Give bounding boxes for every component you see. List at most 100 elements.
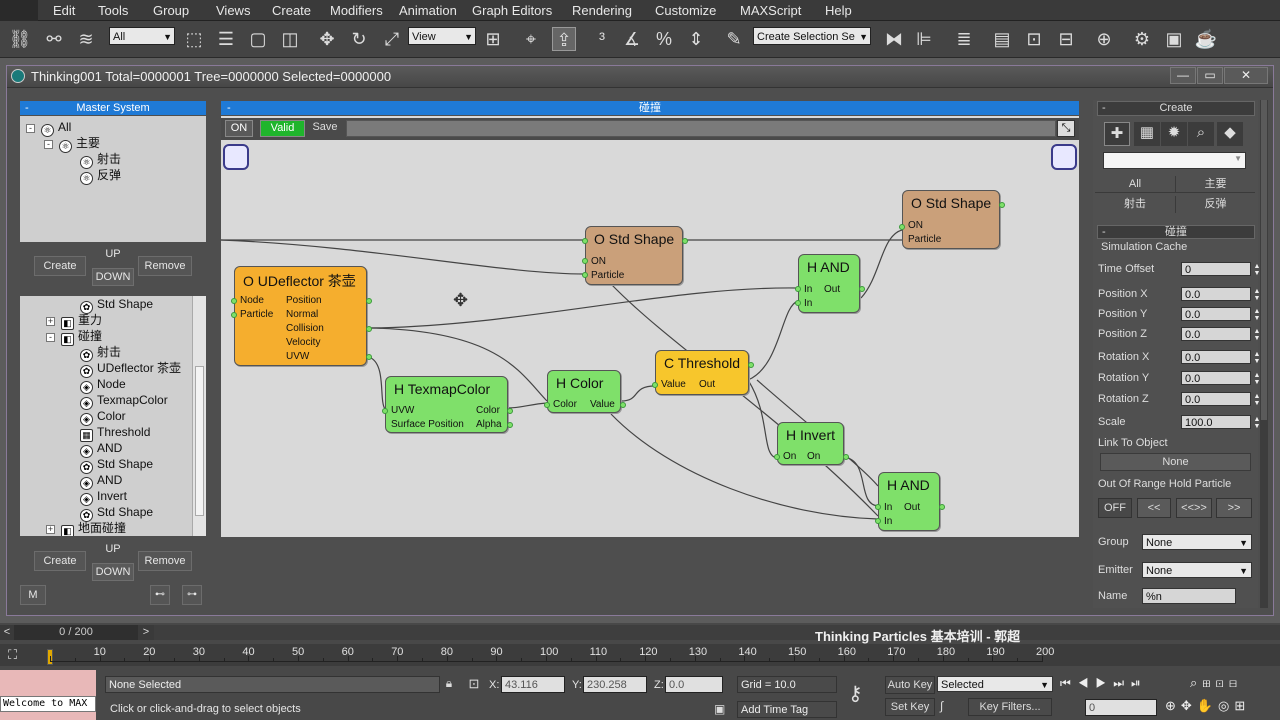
operator-dropdown[interactable]: ▼ bbox=[1103, 152, 1246, 169]
master-create-button[interactable]: Create bbox=[34, 256, 86, 276]
current-frame-field[interactable]: 0 bbox=[1085, 699, 1157, 716]
angle-snap-icon[interactable]: ∡ bbox=[620, 27, 644, 51]
dyn-down-button[interactable]: DOWN bbox=[92, 563, 134, 581]
output-port[interactable] bbox=[999, 202, 1005, 208]
node-texmap-color[interactable]: H TexmapColor UVW Surface Position Color… bbox=[382, 376, 513, 433]
input-port[interactable] bbox=[582, 238, 588, 244]
selection-filter-select[interactable]: All ▼ bbox=[109, 27, 175, 45]
canvas-header[interactable]: - 碰撞 bbox=[221, 101, 1079, 115]
zoom-controls[interactable]: ⌕⊞⊡⊟ bbox=[1190, 675, 1278, 693]
navigation-controls[interactable]: ⊕✥✋◎⊞ bbox=[1165, 698, 1275, 716]
time-tag-icon[interactable]: ▣ bbox=[714, 702, 730, 718]
set-key-button[interactable]: Set Key bbox=[885, 698, 935, 716]
rotation-x-spinner[interactable]: 0.0 ▲ ▼ bbox=[1181, 350, 1260, 365]
x-coordinate-field[interactable]: 43.116 bbox=[501, 676, 565, 693]
output-port[interactable] bbox=[366, 326, 372, 332]
output-port[interactable] bbox=[859, 286, 865, 292]
add-time-tag-button[interactable]: Add Time Tag bbox=[737, 701, 837, 718]
m-button[interactable]: M bbox=[20, 585, 46, 605]
node-std-shape-2[interactable]: O Std Shape ON Particle bbox=[899, 190, 1005, 249]
input-port[interactable] bbox=[231, 298, 237, 304]
close-button[interactable]: ✕ bbox=[1224, 67, 1268, 84]
node-and-1[interactable]: H AND In In Out bbox=[795, 254, 865, 313]
move-icon[interactable]: ✥ bbox=[315, 27, 339, 51]
minimize-button[interactable]: — bbox=[1170, 67, 1196, 84]
wire-layout-icon[interactable]: ⊷ bbox=[150, 585, 170, 605]
welcome-field[interactable]: Welcome to MAX bbox=[0, 696, 96, 712]
input-port[interactable] bbox=[582, 272, 588, 278]
master-system-header[interactable]: - Master System bbox=[20, 101, 206, 115]
tree-item-invert[interactable]: ◈ Invert bbox=[80, 488, 127, 506]
tree-item-std-shape[interactable]: ✿ Std Shape bbox=[80, 296, 153, 314]
rotate-icon[interactable]: ↻ bbox=[347, 27, 371, 51]
range-before-button[interactable]: << bbox=[1137, 498, 1171, 518]
render-setup-icon[interactable]: ⚙ bbox=[1130, 27, 1154, 51]
tree-item-gravity[interactable]: + ◧ 重力 bbox=[46, 312, 102, 330]
align-icon[interactable]: ⊫ bbox=[912, 27, 936, 51]
menu-animation[interactable]: Animation bbox=[399, 3, 457, 18]
tree-item-texmapcolor[interactable]: ◈ TexmapColor bbox=[80, 392, 168, 410]
render-production-icon[interactable]: ☕ bbox=[1194, 27, 1218, 51]
rotation-y-spinner[interactable]: 0.0 ▲ ▼ bbox=[1181, 371, 1260, 386]
table-icon[interactable]: ▦ bbox=[1134, 122, 1160, 146]
position-z-spinner[interactable]: 0.0 ▲ ▼ bbox=[1181, 327, 1260, 342]
menu-group[interactable]: Group bbox=[153, 3, 189, 18]
rendered-frame-window-icon[interactable]: ▣ bbox=[1162, 27, 1186, 51]
menu-create[interactable]: Create bbox=[272, 3, 311, 18]
named-selection-set-select[interactable]: Create Selection Se ▼ bbox=[753, 27, 871, 45]
spinner-snap-icon[interactable]: ⇕ bbox=[684, 27, 708, 51]
settings-icon[interactable]: ✹ bbox=[1161, 122, 1187, 146]
input-port[interactable] bbox=[652, 382, 658, 388]
wire-canvas[interactable]: ON Valid Save ⤡ O UDeflector 茶壶 Node Par… bbox=[221, 116, 1079, 537]
material-editor-icon[interactable]: ⊕ bbox=[1092, 27, 1116, 51]
input-port[interactable] bbox=[382, 408, 388, 414]
input-port[interactable] bbox=[582, 258, 588, 264]
tree-item-all[interactable]: - ⚛ All bbox=[26, 119, 71, 137]
filter-shoot-button[interactable]: 射击 bbox=[1095, 196, 1175, 213]
output-port[interactable] bbox=[939, 504, 945, 510]
bind-space-warp-icon[interactable]: ≋ bbox=[74, 27, 98, 51]
tree-item-std-shape[interactable]: ✿ Std Shape bbox=[80, 504, 153, 522]
unlink-icon[interactable]: ⚯ bbox=[42, 27, 66, 51]
tree-item-udeflector[interactable]: ✿ UDeflector 茶壶 bbox=[80, 360, 181, 378]
time-slider-track[interactable] bbox=[154, 625, 1280, 640]
input-port[interactable] bbox=[795, 286, 801, 292]
filter-all-button[interactable]: All bbox=[1095, 176, 1175, 193]
time-offset-spinner[interactable]: 0 ▲ ▼ bbox=[1181, 262, 1260, 277]
output-port[interactable] bbox=[843, 454, 849, 460]
output-port[interactable] bbox=[507, 422, 513, 428]
add-operator-icon[interactable]: ✚ bbox=[1104, 122, 1130, 146]
wire-layout-alt-icon[interactable]: ⊶ bbox=[182, 585, 202, 605]
pivot-center-icon[interactable]: ⊞ bbox=[481, 27, 505, 51]
tree-item-main[interactable]: - ⚛ 主要 bbox=[44, 135, 100, 153]
select-object-icon[interactable]: ⬚ bbox=[182, 27, 206, 51]
link-object-none-button[interactable]: None bbox=[1100, 453, 1251, 471]
output-port[interactable] bbox=[748, 362, 754, 368]
tree-item-shoot[interactable]: ✿ 射击 bbox=[80, 344, 121, 362]
node-std-shape-1[interactable]: O Std Shape ON Particle bbox=[582, 226, 688, 285]
scrollbar-thumb[interactable] bbox=[195, 366, 204, 516]
filter-main-button[interactable]: 主要 bbox=[1175, 176, 1255, 193]
snaps-toggle-icon[interactable]: ³ bbox=[590, 27, 614, 51]
menu-help[interactable]: Help bbox=[825, 3, 852, 18]
cube-icon[interactable]: ◆ bbox=[1217, 122, 1243, 146]
tree-item-and[interactable]: ◈ AND bbox=[80, 440, 122, 458]
input-port[interactable] bbox=[774, 454, 780, 460]
z-coordinate-field[interactable]: 0.0 bbox=[665, 676, 723, 693]
output-port[interactable] bbox=[366, 354, 372, 360]
output-port[interactable] bbox=[682, 238, 688, 244]
link-icon[interactable]: ⛓ bbox=[8, 27, 32, 51]
tree-item-threshold[interactable]: ▦ Threshold bbox=[80, 424, 150, 442]
tree-item-shoot[interactable]: ⚛ 射击 bbox=[80, 151, 121, 169]
time-prev-button[interactable]: < bbox=[0, 625, 14, 640]
layer-manager-icon[interactable]: ≣ bbox=[952, 27, 976, 51]
menu-customize[interactable]: Customize bbox=[655, 3, 716, 18]
input-port[interactable] bbox=[899, 224, 905, 230]
dyn-create-button[interactable]: Create bbox=[34, 551, 86, 571]
position-y-spinner[interactable]: 0.0 ▲ ▼ bbox=[1181, 307, 1260, 322]
scale-spinner[interactable]: 100.0 ▲ ▼ bbox=[1181, 415, 1260, 430]
dyn-remove-button[interactable]: Remove bbox=[138, 551, 192, 571]
tree-item-std-shape[interactable]: ✿ Std Shape bbox=[80, 456, 153, 474]
create-rollout-header[interactable]: - Create bbox=[1097, 101, 1255, 116]
select-by-name-icon[interactable]: ☰ bbox=[214, 27, 238, 51]
